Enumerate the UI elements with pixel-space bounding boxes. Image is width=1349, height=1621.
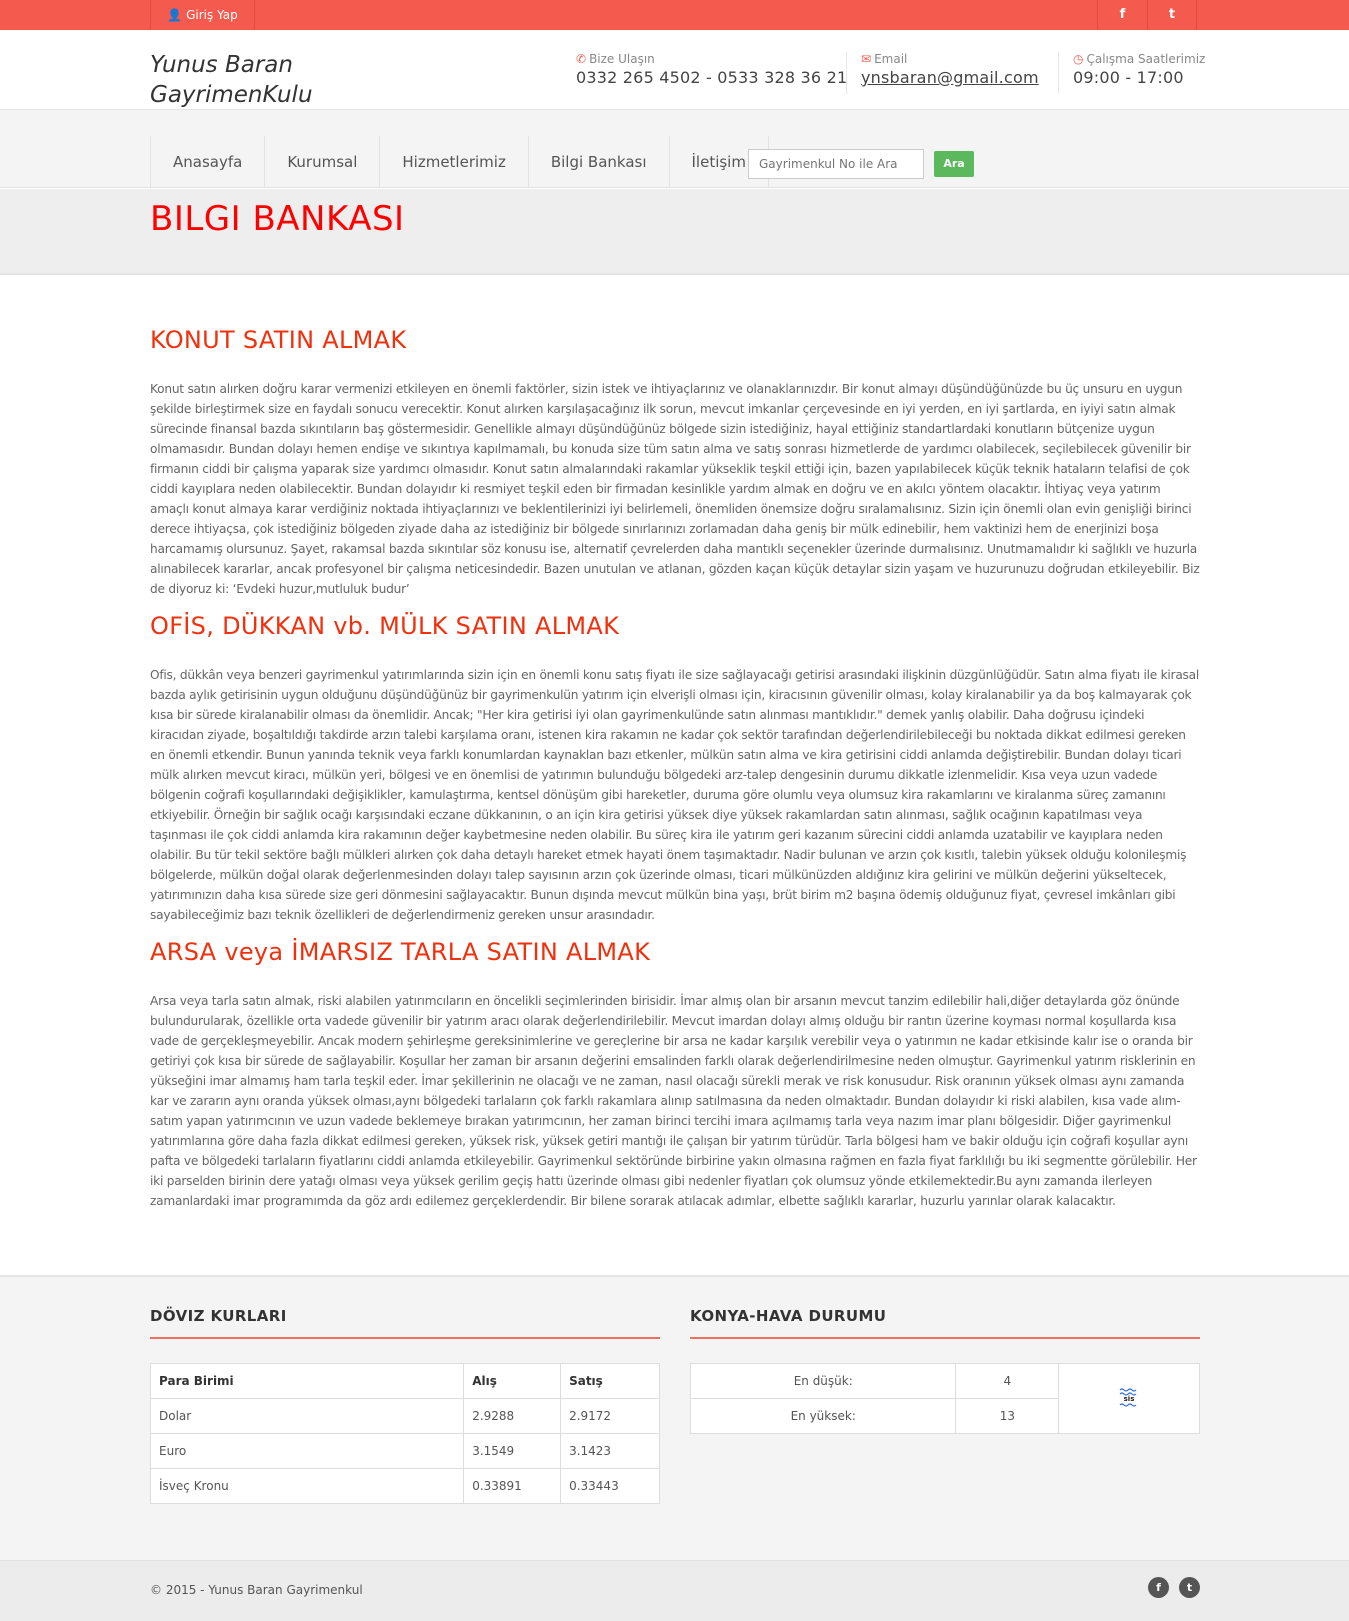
contact-label: Bize Ulaşın [589,52,655,66]
user-icon: 👤 [167,8,183,22]
sell-rate: 2.9172 [560,1398,660,1434]
contact-email-block: ✉ Email ynsbaran@gmail.com [846,52,1039,94]
weather-icon: sis [1058,1363,1200,1434]
buy-rate: 0.33891 [463,1468,562,1504]
twitter-icon[interactable]: t [1179,1577,1200,1598]
footer-widgets: DÖVIZ KURLARI Para Birimi Alış Satış Dol… [0,1275,1349,1560]
clock-icon: ◷ [1073,52,1084,66]
currency-title: DÖVIZ KURLARI [150,1307,660,1339]
weather-title: KONYA-HAVA DURUMU [690,1307,1200,1339]
column-header: Alış [463,1363,562,1399]
nav-menu: Anasayfa Kurumsal Hizmetlerimiz Bilgi Ba… [150,136,769,188]
bottom-bar: © 2015 - Yunus Baran Gayrimenkul f t [0,1560,1349,1621]
twitter-icon[interactable]: t [1147,0,1197,30]
section-body: Arsa veya tarla satın almak, riski alabi… [150,994,1197,1208]
column-header: Satış [560,1363,660,1399]
main-navigation: Anasayfa Kurumsal Hizmetlerimiz Bilgi Ba… [0,110,1349,188]
login-link[interactable]: 👤 Giriş Yap [150,0,255,30]
section-heading: ARSA veya İMARSIZ TARLA SATIN ALMAK [150,938,651,966]
hours-label: Çalışma Saatlerimiz [1086,52,1206,66]
section-body: Ofis, dükkân veya benzeri gayrimenkul ya… [150,668,1199,922]
login-label: Giriş Yap [186,8,238,22]
fog-icon-text: sis [1124,1395,1135,1403]
nav-item-kurumsal[interactable]: Kurumsal [264,136,379,188]
table-row: Euro 3.1549 3.1423 [149,1433,660,1469]
table-row: İsveç Kronu 0.33891 0.33443 [149,1468,660,1504]
max-temp-label: En yüksek: [689,1398,957,1434]
table-row: Dolar 2.9288 2.9172 [149,1398,660,1434]
page-title: BILGI BANKASI [150,199,405,239]
sell-rate: 3.1423 [560,1433,660,1469]
weather-widget: KONYA-HAVA DURUMU En düşük: 4 sis En yük… [689,1307,1200,1434]
email-label: Email [874,52,908,66]
buy-rate: 2.9288 [463,1398,562,1434]
top-bar: 👤 Giriş Yap f t [0,0,1349,30]
section-heading: OFİS, DÜKKAN vb. MÜLK SATIN ALMAK [150,612,620,640]
phone-number: 0332 265 4502 - 0533 328 36 21 [576,68,848,87]
facebook-icon[interactable]: f [1148,1577,1169,1598]
buy-rate: 3.1549 [463,1433,562,1469]
working-hours-block: ◷ Çalışma Saatlerimiz 09:00 - 17:00 [1058,52,1205,94]
nav-item-anasayfa[interactable]: Anasayfa [150,136,264,188]
min-temp-label: En düşük: [689,1363,957,1399]
site-logo[interactable]: Yunus Baran GayrimenKulu [150,50,350,110]
working-hours: 09:00 - 17:00 [1073,68,1184,87]
page-title-band: BILGI BANKASI [0,189,1349,275]
sell-rate: 0.33443 [560,1468,660,1504]
column-header: Para Birimi [149,1363,465,1399]
table-row: En düşük: 4 sis [689,1363,1200,1434]
currency-name: İsveç Kronu [149,1468,465,1504]
article-section-ofis: OFİS, DÜKKAN vb. MÜLK SATIN ALMAK Ofis, … [150,612,1200,925]
phone-icon: ✆ [576,52,587,66]
currency-name: Dolar [149,1398,465,1434]
fog-icon: sis [1119,1388,1137,1407]
currency-widget: DÖVIZ KURLARI Para Birimi Alış Satış Dol… [149,1307,660,1504]
article-section-konut: KONUT SATIN ALMAK Konut satın alırken do… [150,326,1200,599]
email-link[interactable]: ynsbaran@gmail.com [861,68,1039,87]
contact-phone-block: ✆ Bize Ulaşın 0332 265 4502 - 0533 328 36… [576,52,847,87]
property-search-input[interactable] [748,149,924,179]
weather-table: En düşük: 4 sis En yüksek: 13 [689,1363,1200,1434]
copyright-text: © 2015 - Yunus Baran Gayrimenkul [150,1583,363,1597]
envelope-icon: ✉ [861,52,872,66]
facebook-icon[interactable]: f [1097,0,1147,30]
article-section-arsa: ARSA veya İMARSIZ TARLA SATIN ALMAK Arsa… [150,938,1200,1211]
currency-table: Para Birimi Alış Satış Dolar 2.9288 2.91… [149,1363,660,1504]
nav-item-hizmetlerimiz[interactable]: Hizmetlerimiz [379,136,527,188]
section-body: Konut satın alırken doğru karar vermeniz… [150,382,1200,596]
nav-item-bilgi-bankasi[interactable]: Bilgi Bankası [527,136,669,188]
table-header-row: Para Birimi Alış Satış [149,1363,660,1399]
max-temp-value: 13 [955,1398,1060,1434]
section-heading: KONUT SATIN ALMAK [150,326,407,354]
site-header: Yunus Baran GayrimenKulu ✆ Bize Ulaşın 03… [0,30,1349,110]
search-button[interactable]: Ara [934,151,974,177]
min-temp-value: 4 [955,1363,1060,1399]
currency-name: Euro [149,1433,465,1469]
